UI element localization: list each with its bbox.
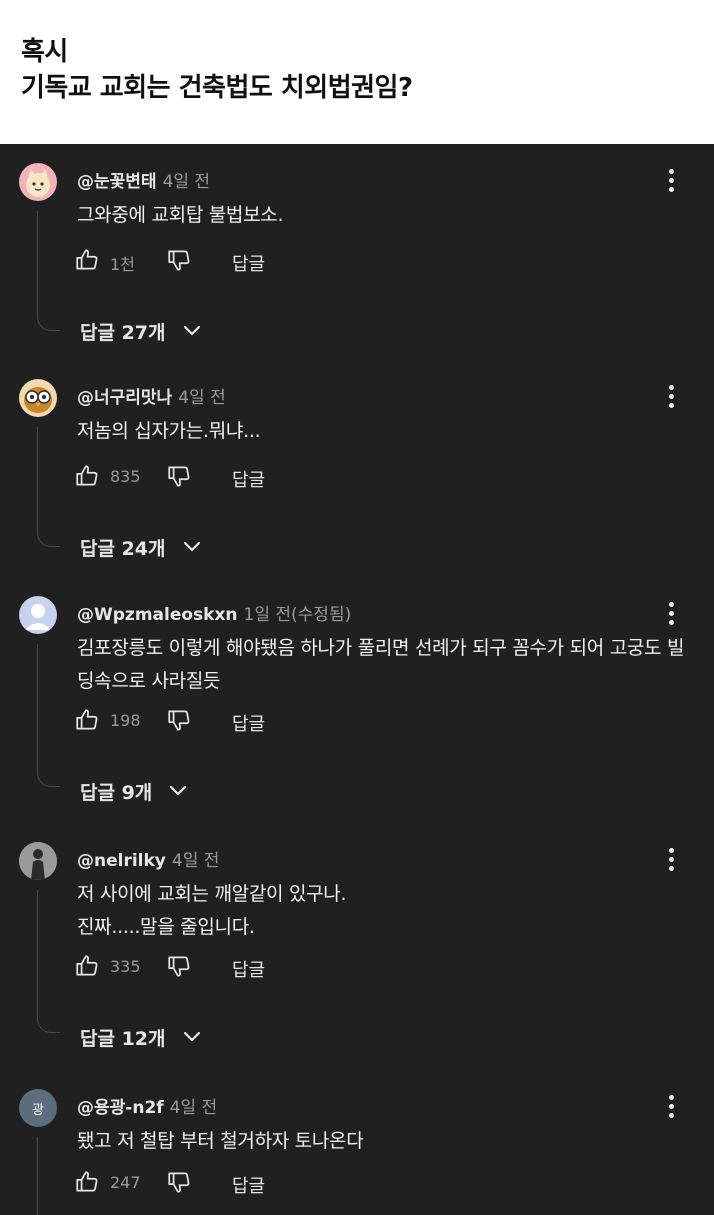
comment-meta: @용광-n2f 4일 전 bbox=[77, 1093, 217, 1118]
comment-time[interactable]: 4일 전 bbox=[170, 1098, 218, 1118]
dislike-button[interactable] bbox=[166, 953, 194, 981]
comment-text: 저놈의 십자가는.뭐냐... bbox=[77, 420, 261, 442]
reply-button[interactable]: 답글 bbox=[232, 710, 265, 736]
replies-count: 답글 12개 bbox=[80, 1027, 166, 1050]
comment-text: 그와중에 교회탑 불법보소. bbox=[77, 204, 284, 226]
like-button[interactable] bbox=[74, 1169, 102, 1197]
like-button[interactable] bbox=[74, 463, 102, 491]
thumbs-down-icon bbox=[168, 1172, 190, 1193]
cat-avatar-icon bbox=[26, 169, 50, 197]
comment-item: 광 @용광-n2f 4일 전 됐고 저 철탑 부터 철거하자 토나온다 247 답… bbox=[0, 1089, 714, 1215]
avatar[interactable]: 광 bbox=[19, 1089, 57, 1127]
reply-button[interactable]: 답글 bbox=[232, 1172, 265, 1198]
view-replies-button[interactable]: 답글 27개 bbox=[80, 316, 204, 346]
like-count: 335 bbox=[110, 957, 141, 976]
vertical-dots-icon bbox=[668, 847, 674, 853]
dislike-button[interactable] bbox=[166, 1169, 194, 1197]
comment-meta: @눈꽃변태 4일 전 bbox=[77, 167, 210, 192]
comment-text: 김포장릉도 이렇게 해야됐음 하나가 풀리면 선례가 되구 꼼수가 되어 고궁도… bbox=[77, 637, 685, 692]
reply-button[interactable]: 답글 bbox=[232, 466, 265, 492]
dislike-button[interactable] bbox=[166, 707, 194, 735]
like-button[interactable] bbox=[74, 247, 102, 275]
comment-author[interactable]: @용광-n2f bbox=[77, 1098, 164, 1118]
chevron-down-icon bbox=[170, 785, 187, 796]
vertical-dots-icon bbox=[668, 1094, 674, 1100]
replies-count: 답글 27개 bbox=[80, 321, 166, 344]
more-options-button[interactable] bbox=[658, 379, 684, 413]
dislike-button[interactable] bbox=[166, 463, 194, 491]
comment-time[interactable]: 4일 전 bbox=[163, 172, 211, 192]
comment-author[interactable]: @너구리맛나 bbox=[77, 388, 172, 408]
like-button[interactable] bbox=[74, 707, 102, 735]
thumbs-up-icon bbox=[76, 1171, 98, 1192]
avatar[interactable] bbox=[19, 842, 57, 880]
post-header: 혹시 기독교 교회는 건축법도 치외법권임? bbox=[0, 0, 714, 144]
thumbs-up-icon bbox=[76, 465, 98, 486]
avatar-letter: 광 bbox=[32, 1102, 44, 1118]
vertical-dots-icon bbox=[668, 601, 674, 607]
comment-author[interactable]: @눈꽃변태 bbox=[77, 172, 157, 192]
more-options-button[interactable] bbox=[658, 1089, 684, 1123]
like-count: 247 bbox=[110, 1173, 141, 1192]
like-button[interactable] bbox=[74, 953, 102, 981]
reply-button[interactable]: 답글 bbox=[232, 956, 265, 982]
dislike-button[interactable] bbox=[166, 247, 194, 275]
comment-item: @눈꽃변태 4일 전 그와중에 교회탑 불법보소. 1천 답글 답글 27개 bbox=[0, 163, 714, 373]
comment-meta: @nelrilky 4일 전 bbox=[77, 846, 219, 871]
post-title: 혹시 기독교 교회는 건축법도 치외법권임? bbox=[21, 37, 413, 103]
view-replies-button[interactable]: 답글 9개 bbox=[80, 776, 190, 806]
comment-author[interactable]: @nelrilky bbox=[77, 851, 166, 871]
comment-item: @Wpzmaleoskxn 1일 전(수정됨) 김포장릉도 이렇게 해야됐음 하나… bbox=[0, 596, 714, 836]
comment-thread: @눈꽃변태 4일 전 그와중에 교회탑 불법보소. 1천 답글 답글 27개 @… bbox=[0, 144, 714, 1215]
more-options-button[interactable] bbox=[658, 842, 684, 876]
thumbs-up-icon bbox=[76, 955, 98, 976]
comment-item: @nelrilky 4일 전 저 사이에 교회는 깨알같이 있구나. 진짜....… bbox=[0, 842, 714, 1082]
reply-button[interactable]: 답글 bbox=[232, 250, 265, 276]
like-count: 1천 bbox=[110, 255, 135, 274]
like-count: 835 bbox=[110, 467, 141, 486]
owl-avatar-icon bbox=[24, 387, 52, 413]
default-user-avatar-icon bbox=[25, 604, 51, 630]
chevron-down-icon bbox=[183, 325, 200, 336]
chevron-down-icon bbox=[183, 541, 200, 552]
more-options-button[interactable] bbox=[658, 163, 684, 197]
thumbs-down-icon bbox=[168, 956, 190, 977]
thumbs-up-icon bbox=[76, 709, 98, 730]
thumbs-up-icon bbox=[76, 249, 98, 270]
comment-item: @너구리맛나 4일 전 저놈의 십자가는.뭐냐... 835 답글 답글 24개 bbox=[0, 379, 714, 589]
comment-time[interactable]: 4일 전 bbox=[172, 851, 220, 871]
avatar[interactable] bbox=[19, 379, 57, 417]
like-count: 198 bbox=[110, 711, 141, 730]
comment-meta: @너구리맛나 4일 전 bbox=[77, 383, 226, 408]
comment-meta: @Wpzmaleoskxn 1일 전(수정됨) bbox=[77, 600, 351, 625]
view-replies-button[interactable]: 답글 12개 bbox=[80, 1022, 204, 1052]
vertical-dots-icon bbox=[668, 384, 674, 390]
replies-count: 답글 24개 bbox=[80, 537, 166, 560]
view-replies-button[interactable]: 답글 24개 bbox=[80, 532, 204, 562]
avatar[interactable] bbox=[19, 596, 57, 634]
chevron-down-icon bbox=[183, 1031, 200, 1042]
more-options-button[interactable] bbox=[658, 596, 684, 630]
replies-count: 답글 9개 bbox=[80, 781, 153, 804]
comment-author[interactable]: @Wpzmaleoskxn bbox=[77, 605, 238, 625]
thumbs-down-icon bbox=[168, 466, 190, 487]
person-photo-avatar-icon bbox=[19, 842, 57, 880]
vertical-dots-icon bbox=[668, 168, 674, 174]
comment-time[interactable]: 4일 전 bbox=[178, 388, 226, 408]
thumbs-down-icon bbox=[168, 710, 190, 731]
comment-text: 됐고 저 철탑 부터 철거하자 토나온다 bbox=[77, 1130, 364, 1152]
comment-time[interactable]: 1일 전(수정됨) bbox=[244, 605, 352, 625]
comment-text: 저 사이에 교회는 깨알같이 있구나. 진짜.....말을 줄입니다. bbox=[77, 883, 347, 938]
thumbs-down-icon bbox=[168, 250, 190, 271]
avatar[interactable] bbox=[19, 163, 57, 201]
